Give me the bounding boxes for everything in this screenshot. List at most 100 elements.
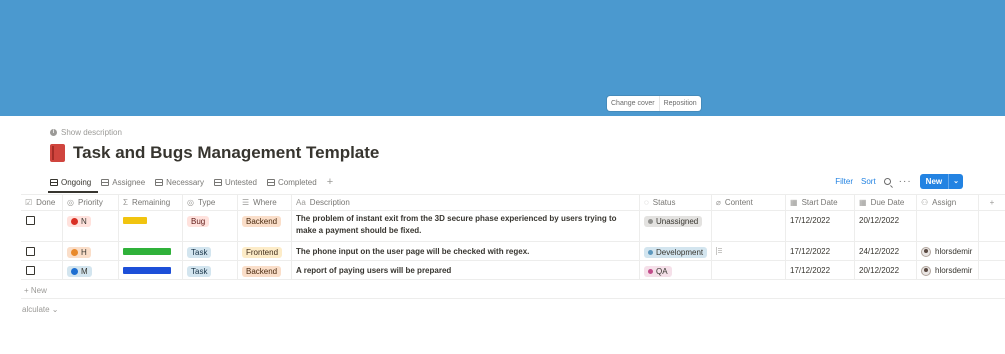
- cover-actions: Change cover Reposition: [607, 96, 701, 111]
- tab-necessary[interactable]: Necessary: [155, 175, 204, 189]
- priority-tag: N: [67, 216, 91, 227]
- view-tabs: Ongoing Assignee Necessary Untested Comp…: [50, 175, 333, 189]
- tab-label: Untested: [224, 177, 257, 187]
- start-date-cell[interactable]: 17/12/2022: [786, 242, 855, 260]
- column-where[interactable]: ☰ Where: [238, 195, 292, 210]
- priority-cell[interactable]: M: [63, 261, 119, 279]
- remaining-progress-bar: [123, 248, 171, 255]
- description-cell[interactable]: The phone input on the user page will be…: [292, 242, 640, 260]
- table-row[interactable]: M Task Backend A report of paying users …: [21, 261, 1005, 280]
- status-cell[interactable]: Development: [640, 242, 712, 260]
- paperclip-icon: ⌀: [716, 198, 721, 207]
- priority-cell[interactable]: N: [63, 211, 119, 241]
- tab-completed[interactable]: Completed: [267, 175, 317, 189]
- more-options-icon[interactable]: ···: [899, 176, 912, 187]
- column-label: Description: [309, 198, 350, 207]
- where-cell[interactable]: Frontend: [238, 242, 292, 260]
- done-checkbox[interactable]: [26, 247, 35, 256]
- column-description[interactable]: Aa Description: [292, 195, 640, 210]
- priority-tag: M: [67, 266, 92, 277]
- column-status[interactable]: ◌ Status: [640, 195, 712, 210]
- due-date-cell[interactable]: 24/12/2022: [855, 242, 917, 260]
- type-cell[interactable]: Task: [183, 242, 238, 260]
- column-due-date[interactable]: ▦ Due Date: [855, 195, 917, 210]
- chevron-down-icon[interactable]: ⌄: [948, 174, 963, 189]
- column-remaining[interactable]: Σ Remaining: [119, 195, 183, 210]
- add-column-icon[interactable]: +: [979, 195, 1005, 210]
- column-label: Due Date: [870, 198, 905, 207]
- add-view-icon[interactable]: +: [327, 175, 333, 189]
- type-cell[interactable]: Task: [183, 261, 238, 279]
- description-cell[interactable]: A report of paying users will be prepare…: [292, 261, 640, 279]
- assign-cell[interactable]: hlorsdemir: [917, 261, 979, 279]
- text-icon: Aa: [296, 198, 306, 207]
- column-label: Where: [253, 198, 277, 207]
- status-cell[interactable]: Unassigned: [640, 211, 712, 241]
- tab-assignee[interactable]: Assignee: [101, 175, 145, 189]
- empty-cell: [979, 261, 1005, 279]
- avatar: [921, 247, 931, 257]
- document-icon[interactable]: [716, 247, 723, 255]
- content-cell[interactable]: [712, 261, 786, 279]
- column-start-date[interactable]: ▦ Start Date: [786, 195, 855, 210]
- priority-label: H: [81, 248, 87, 257]
- page-title[interactable]: Task and Bugs Management Template: [73, 143, 379, 163]
- done-cell: [21, 211, 63, 241]
- type-cell[interactable]: Bug: [183, 211, 238, 241]
- show-description-toggle[interactable]: i Show description: [50, 128, 122, 137]
- assignee-name: hlorsdemir: [935, 266, 973, 275]
- assignee-name: hlorsdemir: [935, 247, 973, 256]
- remaining-cell: [119, 261, 183, 279]
- column-done[interactable]: ☑ Done: [21, 195, 63, 210]
- assign-cell[interactable]: hlorsdemir: [917, 242, 979, 260]
- filter-button[interactable]: Filter: [835, 177, 853, 186]
- done-checkbox[interactable]: [26, 216, 35, 225]
- tab-ongoing[interactable]: Ongoing: [50, 175, 91, 189]
- priority-cell[interactable]: H: [63, 242, 119, 260]
- add-row-button[interactable]: + New: [24, 286, 47, 295]
- content-cell[interactable]: [712, 211, 786, 241]
- assign-cell[interactable]: [917, 211, 979, 241]
- change-cover-button[interactable]: Change cover: [607, 96, 659, 111]
- search-icon[interactable]: [883, 178, 891, 185]
- select-icon: ◎: [187, 198, 194, 207]
- tab-untested[interactable]: Untested: [213, 175, 257, 189]
- calculate-dropdown[interactable]: alculate ⌄: [22, 305, 59, 314]
- status-label: Development: [656, 248, 704, 257]
- start-date-cell[interactable]: 17/12/2022: [786, 211, 855, 241]
- priority-dot-icon: [71, 249, 78, 256]
- formula-icon: Σ: [123, 198, 128, 207]
- due-date-cell[interactable]: 20/12/2022: [855, 261, 917, 279]
- content-cell[interactable]: [712, 242, 786, 260]
- status-dot-icon: [648, 269, 653, 274]
- priority-label: N: [81, 217, 87, 226]
- due-date-cell[interactable]: 20/12/2022: [855, 211, 917, 241]
- where-cell[interactable]: Backend: [238, 261, 292, 279]
- column-priority[interactable]: ◎ Priority: [63, 195, 119, 210]
- red-book-icon[interactable]: [50, 144, 65, 162]
- avatar: [921, 266, 931, 276]
- info-icon: i: [50, 129, 57, 136]
- calendar-icon: ▦: [859, 198, 867, 207]
- sort-button[interactable]: Sort: [861, 177, 876, 186]
- description-cell[interactable]: The problem of instant exit from the 3D …: [292, 211, 640, 241]
- table-icon: [155, 178, 164, 186]
- column-content[interactable]: ⌀ Content: [712, 195, 786, 210]
- new-button-label[interactable]: New: [920, 174, 948, 189]
- remaining-cell: [119, 242, 183, 260]
- start-date-cell[interactable]: 17/12/2022: [786, 261, 855, 279]
- table-row[interactable]: N Bug Backend The problem of instant exi…: [21, 211, 1005, 242]
- new-button[interactable]: New ⌄: [919, 174, 963, 189]
- tab-label: Necessary: [166, 177, 204, 187]
- status-dot-icon: [648, 219, 653, 224]
- done-checkbox[interactable]: [26, 266, 35, 275]
- board-icon: [101, 178, 110, 186]
- status-dot-icon: [648, 250, 653, 255]
- people-icon: ⚇: [921, 198, 929, 207]
- where-cell[interactable]: Backend: [238, 211, 292, 241]
- reposition-button[interactable]: Reposition: [658, 96, 701, 111]
- column-assign[interactable]: ⚇ Assign: [917, 195, 979, 210]
- table-row[interactable]: H Task Frontend The phone input on the u…: [21, 242, 1005, 261]
- status-cell[interactable]: QA: [640, 261, 712, 279]
- column-type[interactable]: ◎ Type: [183, 195, 238, 210]
